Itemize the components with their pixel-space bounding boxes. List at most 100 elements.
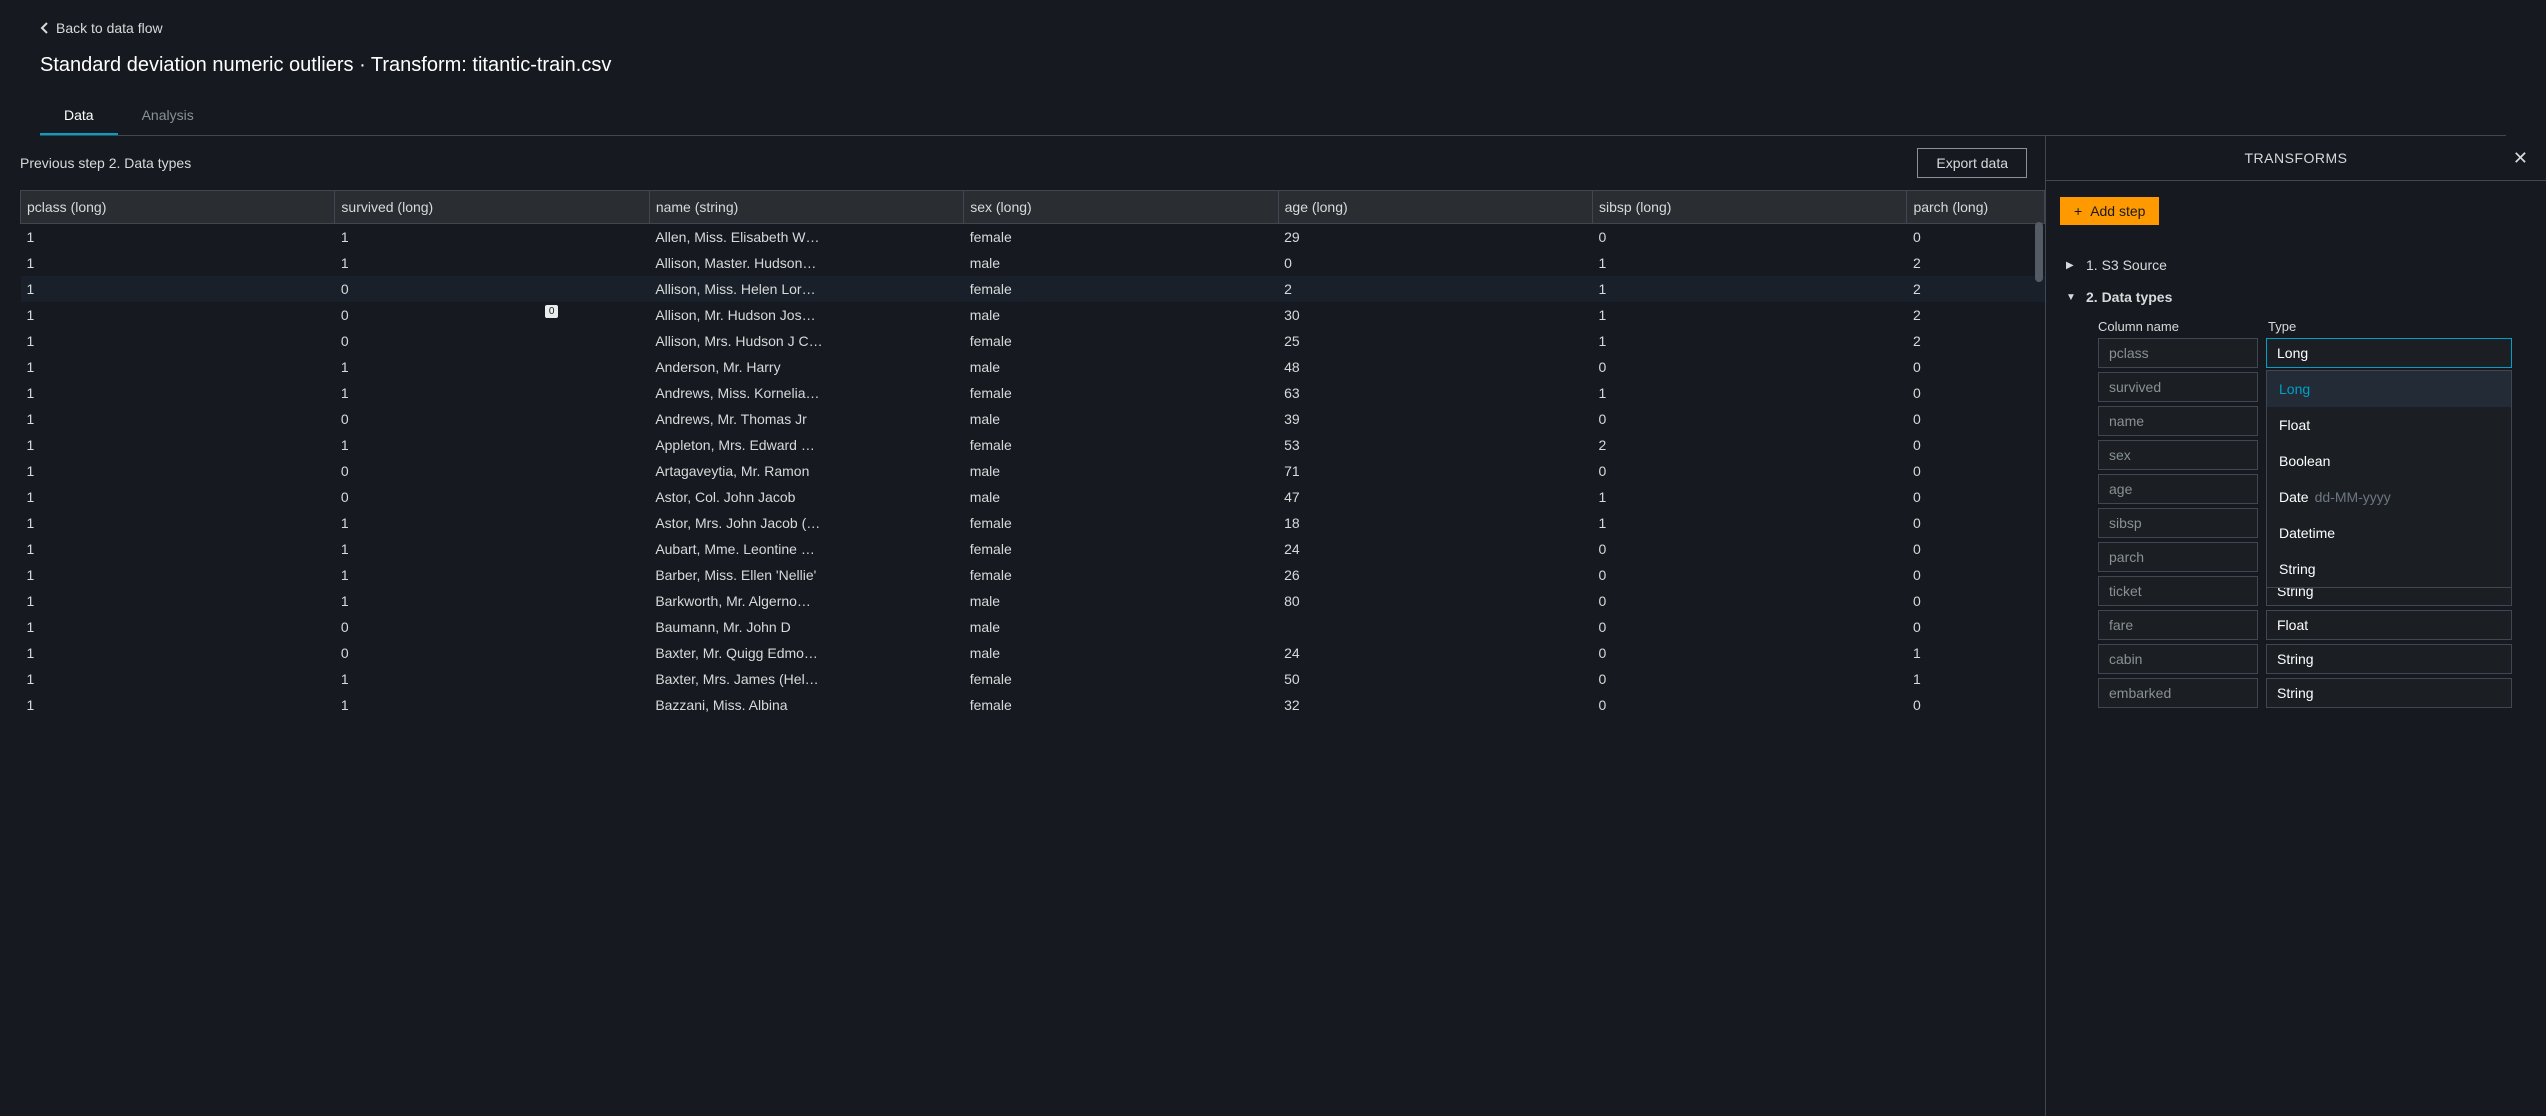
vertical-scrollbar[interactable] (2035, 222, 2043, 282)
cell-survived: 1 (335, 354, 649, 380)
cell-name: Allison, Mrs. Hudson J C… (649, 328, 963, 354)
table-row[interactable]: 10Allison, Mrs. Hudson J C…female2512 (21, 328, 2045, 354)
cell-pclass: 1 (21, 536, 335, 562)
column-name-input[interactable]: name (2098, 406, 2258, 436)
column-name-input[interactable]: cabin (2098, 644, 2258, 674)
cell-sibsp: 0 (1593, 640, 1907, 666)
cell-sex: female (964, 224, 1278, 251)
column-header-sex[interactable]: sex (long) (964, 191, 1278, 224)
column-name-input[interactable]: pclass (2098, 338, 2258, 368)
table-row[interactable]: 10Baxter, Mr. Quigg Edmo…male2401 (21, 640, 2045, 666)
back-link-label: Back to data flow (56, 20, 163, 36)
cell-parch: 0 (1907, 510, 2045, 536)
step-row[interactable]: ▼2. Data types (2060, 281, 2532, 313)
cell-sex: female (964, 562, 1278, 588)
page-title: Standard deviation numeric outliers · Tr… (40, 54, 2506, 77)
cell-survived: 1 (335, 432, 649, 458)
cell-age: 24 (1278, 640, 1592, 666)
step-row[interactable]: ▶1. S3 Source (2060, 249, 2532, 281)
cell-parch: 2 (1907, 328, 2045, 354)
type-select[interactable]: String (2266, 678, 2512, 708)
cell-age: 30 (1278, 302, 1592, 328)
add-step-button[interactable]: + Add step (2060, 197, 2159, 225)
type-select[interactable]: Long (2266, 338, 2512, 368)
cell-parch: 0 (1907, 380, 2045, 406)
table-row[interactable]: 11Anderson, Mr. Harrymale4800 (21, 354, 2045, 380)
cell-sex: male (964, 484, 1278, 510)
table-row[interactable]: 100Allison, Mr. Hudson Jos…male3012 (21, 302, 2045, 328)
cell-name: Astor, Mrs. John Jacob (… (649, 510, 963, 536)
cell-age: 50 (1278, 666, 1592, 692)
cell-sibsp: 1 (1593, 276, 1907, 302)
table-row[interactable]: 11Appleton, Mrs. Edward …female5320 (21, 432, 2045, 458)
column-header-sibsp[interactable]: sibsp (long) (1593, 191, 1907, 224)
table-row[interactable]: 11Allison, Master. Hudson…male012 (21, 250, 2045, 276)
dropdown-option-datetime[interactable]: Datetime (2267, 515, 2511, 551)
cell-survived: 0 (335, 406, 649, 432)
cell-survived: 0 (335, 640, 649, 666)
column-header-name[interactable]: name (string) (649, 191, 963, 224)
column-header-parch[interactable]: parch (long) (1907, 191, 2045, 224)
cell-age: 24 (1278, 536, 1592, 562)
column-name-input[interactable]: ticket (2098, 576, 2258, 606)
close-icon[interactable]: ✕ (2513, 148, 2528, 169)
cell-name: Barber, Miss. Ellen 'Nellie' (649, 562, 963, 588)
table-row[interactable]: 11Astor, Mrs. John Jacob (…female1810 (21, 510, 2045, 536)
cell-sibsp: 1 (1593, 380, 1907, 406)
cell-parch: 1 (1907, 666, 2045, 692)
type-select[interactable]: String (2266, 644, 2512, 674)
cell-parch: 0 (1907, 484, 2045, 510)
cell-sibsp: 1 (1593, 510, 1907, 536)
dropdown-option-boolean[interactable]: Boolean (2267, 443, 2511, 479)
table-row[interactable]: 11Baxter, Mrs. James (Hel…female5001 (21, 666, 2045, 692)
column-name-input[interactable]: sex (2098, 440, 2258, 470)
table-row[interactable]: 10Artagaveytia, Mr. Ramonmale7100 (21, 458, 2045, 484)
dropdown-option-float[interactable]: Float (2267, 407, 2511, 443)
table-row[interactable]: 11Allen, Miss. Elisabeth W…female2900 (21, 224, 2045, 251)
cell-pclass: 1 (21, 692, 335, 718)
cell-age: 0 (1278, 250, 1592, 276)
table-row[interactable]: 11Barber, Miss. Ellen 'Nellie'female2600 (21, 562, 2045, 588)
cell-age: 63 (1278, 380, 1592, 406)
table-row[interactable]: 11Bazzani, Miss. Albinafemale3200 (21, 692, 2045, 718)
table-row[interactable]: 11Barkworth, Mr. Algerno…male8000 (21, 588, 2045, 614)
column-header-survived[interactable]: survived (long) (335, 191, 649, 224)
cell-name: Aubart, Mme. Leontine … (649, 536, 963, 562)
dropdown-option-string[interactable]: String (2267, 551, 2511, 587)
cell-age: 25 (1278, 328, 1592, 354)
tab-data[interactable]: Data (40, 97, 118, 135)
type-select[interactable]: Float (2266, 610, 2512, 640)
export-data-button[interactable]: Export data (1917, 148, 2027, 178)
table-row[interactable]: 11Andrews, Miss. Kornelia…female6310 (21, 380, 2045, 406)
column-header-pclass[interactable]: pclass (long) (21, 191, 335, 224)
column-header-age[interactable]: age (long) (1278, 191, 1592, 224)
cell-sex: female (964, 692, 1278, 718)
cell-parch: 0 (1907, 354, 2045, 380)
cell-sibsp: 0 (1593, 588, 1907, 614)
column-name-input[interactable]: sibsp (2098, 508, 2258, 538)
cell-parch: 0 (1907, 692, 2045, 718)
column-name-input[interactable]: age (2098, 474, 2258, 504)
dropdown-option-long[interactable]: Long (2267, 371, 2511, 407)
column-name-input[interactable]: parch (2098, 542, 2258, 572)
cell-pclass: 1 (21, 484, 335, 510)
cell-parch: 0 (1907, 536, 2045, 562)
cell-name: Allen, Miss. Elisabeth W… (649, 224, 963, 251)
dropdown-option-date[interactable]: Datedd-MM-yyyy (2267, 479, 2511, 515)
tab-analysis[interactable]: Analysis (118, 97, 218, 135)
table-row[interactable]: 10Andrews, Mr. Thomas Jrmale3900 (21, 406, 2045, 432)
table-row[interactable]: 10Baumann, Mr. John Dmale00 (21, 614, 2045, 640)
column-name-input[interactable]: fare (2098, 610, 2258, 640)
cell-sex: male (964, 406, 1278, 432)
cell-parch: 0 (1907, 614, 2045, 640)
table-row[interactable]: 10Astor, Col. John Jacobmale4710 (21, 484, 2045, 510)
tabs: DataAnalysis (40, 97, 2506, 136)
cell-sibsp: 0 (1593, 536, 1907, 562)
table-row[interactable]: 11Aubart, Mme. Leontine …female2400 (21, 536, 2045, 562)
cell-sex: male (964, 354, 1278, 380)
table-row[interactable]: 10Allison, Miss. Helen Lor…female212 (21, 276, 2045, 302)
column-name-input[interactable]: embarked (2098, 678, 2258, 708)
cell-age: 18 (1278, 510, 1592, 536)
back-link[interactable]: Back to data flow (40, 20, 163, 36)
column-name-input[interactable]: survived (2098, 372, 2258, 402)
